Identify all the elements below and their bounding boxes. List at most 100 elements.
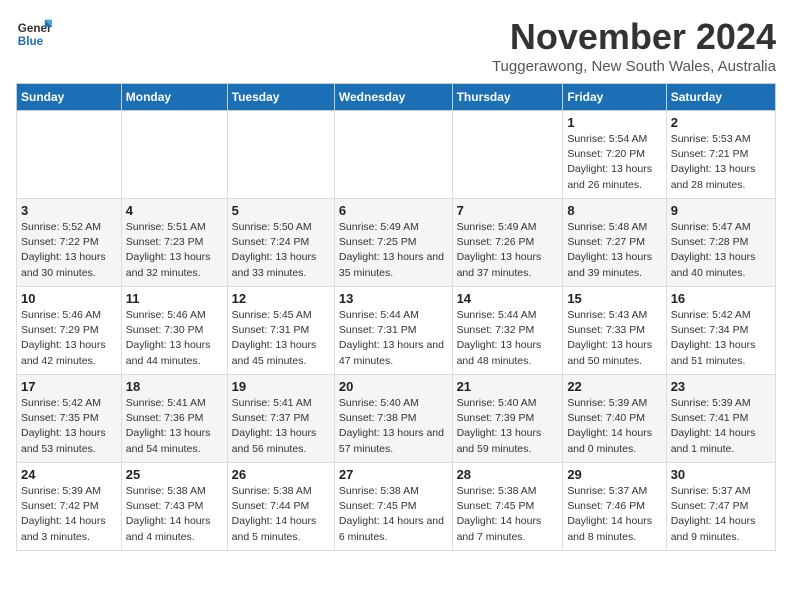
day-detail: Sunrise: 5:45 AM Sunset: 7:31 PM Dayligh… — [232, 309, 317, 367]
day-detail: Sunrise: 5:41 AM Sunset: 7:37 PM Dayligh… — [232, 397, 317, 455]
day-cell: 20 Sunrise: 5:40 AM Sunset: 7:38 PM Dayli… — [334, 375, 452, 463]
day-cell: 12 Sunrise: 5:45 AM Sunset: 7:31 PM Dayli… — [227, 287, 334, 375]
weekday-header-thursday: Thursday — [452, 84, 563, 111]
day-detail: Sunrise: 5:38 AM Sunset: 7:43 PM Dayligh… — [126, 485, 211, 543]
day-cell: 11 Sunrise: 5:46 AM Sunset: 7:30 PM Dayli… — [121, 287, 227, 375]
day-detail: Sunrise: 5:46 AM Sunset: 7:30 PM Dayligh… — [126, 309, 211, 367]
day-cell: 3 Sunrise: 5:52 AM Sunset: 7:22 PM Daylig… — [17, 199, 122, 287]
day-detail: Sunrise: 5:54 AM Sunset: 7:20 PM Dayligh… — [567, 133, 652, 191]
day-number: 16 — [671, 291, 771, 306]
day-cell: 30Sunrise: 5:37 AM Sunset: 7:47 PM Dayli… — [666, 463, 775, 551]
day-cell: 6 Sunrise: 5:49 AM Sunset: 7:25 PM Daylig… — [334, 199, 452, 287]
day-cell: 4Sunrise: 5:51 AM Sunset: 7:23 PM Daylig… — [121, 199, 227, 287]
day-number: 9 — [671, 203, 771, 218]
weekday-header-tuesday: Tuesday — [227, 84, 334, 111]
day-number: 29 — [567, 467, 661, 482]
day-cell: 2 Sunrise: 5:53 AM Sunset: 7:21 PM Daylig… — [666, 111, 775, 199]
day-detail: Sunrise: 5:39 AM Sunset: 7:40 PM Dayligh… — [567, 397, 652, 455]
day-cell: 22 Sunrise: 5:39 AM Sunset: 7:40 PM Dayli… — [563, 375, 666, 463]
day-detail: Sunrise: 5:39 AM Sunset: 7:41 PM Dayligh… — [671, 397, 756, 455]
day-cell: 13 Sunrise: 5:44 AM Sunset: 7:31 PM Dayli… — [334, 287, 452, 375]
week-row-5: 24Sunrise: 5:39 AM Sunset: 7:42 PM Dayli… — [17, 463, 776, 551]
calendar-table: SundayMondayTuesdayWednesdayThursdayFrid… — [16, 83, 776, 551]
day-detail: Sunrise: 5:37 AM Sunset: 7:46 PM Dayligh… — [567, 485, 652, 543]
day-cell: 25 Sunrise: 5:38 AM Sunset: 7:43 PM Dayli… — [121, 463, 227, 551]
day-number: 3 — [21, 203, 117, 218]
title-block: November 2024 Tuggerawong, New South Wal… — [492, 16, 776, 75]
day-cell: 27 Sunrise: 5:38 AM Sunset: 7:45 PM Dayli… — [334, 463, 452, 551]
day-cell: 16 Sunrise: 5:42 AM Sunset: 7:34 PM Dayli… — [666, 287, 775, 375]
day-number: 27 — [339, 467, 448, 482]
day-detail: Sunrise: 5:43 AM Sunset: 7:33 PM Dayligh… — [567, 309, 652, 367]
weekday-header-wednesday: Wednesday — [334, 84, 452, 111]
weekday-header-saturday: Saturday — [666, 84, 775, 111]
day-number: 14 — [457, 291, 559, 306]
day-detail: Sunrise: 5:42 AM Sunset: 7:35 PM Dayligh… — [21, 397, 106, 455]
day-detail: Sunrise: 5:38 AM Sunset: 7:45 PM Dayligh… — [339, 485, 444, 543]
day-cell: 7Sunrise: 5:49 AM Sunset: 7:26 PM Daylig… — [452, 199, 563, 287]
day-number: 15 — [567, 291, 661, 306]
day-cell: 19 Sunrise: 5:41 AM Sunset: 7:37 PM Dayli… — [227, 375, 334, 463]
weekday-header-monday: Monday — [121, 84, 227, 111]
day-detail: Sunrise: 5:53 AM Sunset: 7:21 PM Dayligh… — [671, 133, 756, 191]
day-cell: 8 Sunrise: 5:48 AM Sunset: 7:27 PM Daylig… — [563, 199, 666, 287]
day-number: 22 — [567, 379, 661, 394]
day-number: 28 — [457, 467, 559, 482]
day-number: 1 — [567, 115, 661, 130]
day-number: 25 — [126, 467, 223, 482]
day-number: 8 — [567, 203, 661, 218]
day-cell: 26Sunrise: 5:38 AM Sunset: 7:44 PM Dayli… — [227, 463, 334, 551]
day-detail: Sunrise: 5:38 AM Sunset: 7:45 PM Dayligh… — [457, 485, 542, 543]
day-detail: Sunrise: 5:40 AM Sunset: 7:39 PM Dayligh… — [457, 397, 542, 455]
day-number: 11 — [126, 291, 223, 306]
day-detail: Sunrise: 5:47 AM Sunset: 7:28 PM Dayligh… — [671, 221, 756, 279]
weekday-header-sunday: Sunday — [17, 84, 122, 111]
page-header: General Blue November 2024 Tuggerawong, … — [16, 16, 776, 75]
week-row-2: 3 Sunrise: 5:52 AM Sunset: 7:22 PM Daylig… — [17, 199, 776, 287]
weekday-header-row: SundayMondayTuesdayWednesdayThursdayFrid… — [17, 84, 776, 111]
day-detail: Sunrise: 5:44 AM Sunset: 7:31 PM Dayligh… — [339, 309, 444, 367]
day-cell: 5 Sunrise: 5:50 AM Sunset: 7:24 PM Daylig… — [227, 199, 334, 287]
weekday-header-friday: Friday — [563, 84, 666, 111]
day-detail: Sunrise: 5:52 AM Sunset: 7:22 PM Dayligh… — [21, 221, 106, 279]
day-detail: Sunrise: 5:48 AM Sunset: 7:27 PM Dayligh… — [567, 221, 652, 279]
month-title: November 2024 — [492, 16, 776, 58]
day-cell: 23 Sunrise: 5:39 AM Sunset: 7:41 PM Dayli… — [666, 375, 775, 463]
logo: General Blue — [16, 16, 52, 52]
day-number: 5 — [232, 203, 330, 218]
day-cell: 29 Sunrise: 5:37 AM Sunset: 7:46 PM Dayli… — [563, 463, 666, 551]
day-cell — [334, 111, 452, 199]
day-detail: Sunrise: 5:42 AM Sunset: 7:34 PM Dayligh… — [671, 309, 756, 367]
day-detail: Sunrise: 5:46 AM Sunset: 7:29 PM Dayligh… — [21, 309, 106, 367]
day-number: 20 — [339, 379, 448, 394]
day-number: 2 — [671, 115, 771, 130]
day-number: 21 — [457, 379, 559, 394]
week-row-1: 1 Sunrise: 5:54 AM Sunset: 7:20 PM Daylig… — [17, 111, 776, 199]
day-number: 26 — [232, 467, 330, 482]
week-row-4: 17Sunrise: 5:42 AM Sunset: 7:35 PM Dayli… — [17, 375, 776, 463]
day-number: 23 — [671, 379, 771, 394]
day-cell: 18Sunrise: 5:41 AM Sunset: 7:36 PM Dayli… — [121, 375, 227, 463]
day-number: 19 — [232, 379, 330, 394]
day-cell: 10 Sunrise: 5:46 AM Sunset: 7:29 PM Dayli… — [17, 287, 122, 375]
day-number: 6 — [339, 203, 448, 218]
day-cell: 28 Sunrise: 5:38 AM Sunset: 7:45 PM Dayli… — [452, 463, 563, 551]
day-detail: Sunrise: 5:44 AM Sunset: 7:32 PM Dayligh… — [457, 309, 542, 367]
day-number: 13 — [339, 291, 448, 306]
day-number: 30 — [671, 467, 771, 482]
day-cell: 1 Sunrise: 5:54 AM Sunset: 7:20 PM Daylig… — [563, 111, 666, 199]
day-cell: 15 Sunrise: 5:43 AM Sunset: 7:33 PM Dayli… — [563, 287, 666, 375]
day-detail: Sunrise: 5:40 AM Sunset: 7:38 PM Dayligh… — [339, 397, 444, 455]
day-number: 24 — [21, 467, 117, 482]
day-detail: Sunrise: 5:50 AM Sunset: 7:24 PM Dayligh… — [232, 221, 317, 279]
day-cell: 21 Sunrise: 5:40 AM Sunset: 7:39 PM Dayli… — [452, 375, 563, 463]
day-cell — [452, 111, 563, 199]
day-cell — [121, 111, 227, 199]
day-detail: Sunrise: 5:49 AM Sunset: 7:25 PM Dayligh… — [339, 221, 444, 279]
day-detail: Sunrise: 5:49 AM Sunset: 7:26 PM Dayligh… — [457, 221, 542, 279]
svg-text:Blue: Blue — [18, 35, 44, 48]
day-number: 12 — [232, 291, 330, 306]
day-number: 10 — [21, 291, 117, 306]
day-number: 4 — [126, 203, 223, 218]
location: Tuggerawong, New South Wales, Australia — [492, 58, 776, 75]
